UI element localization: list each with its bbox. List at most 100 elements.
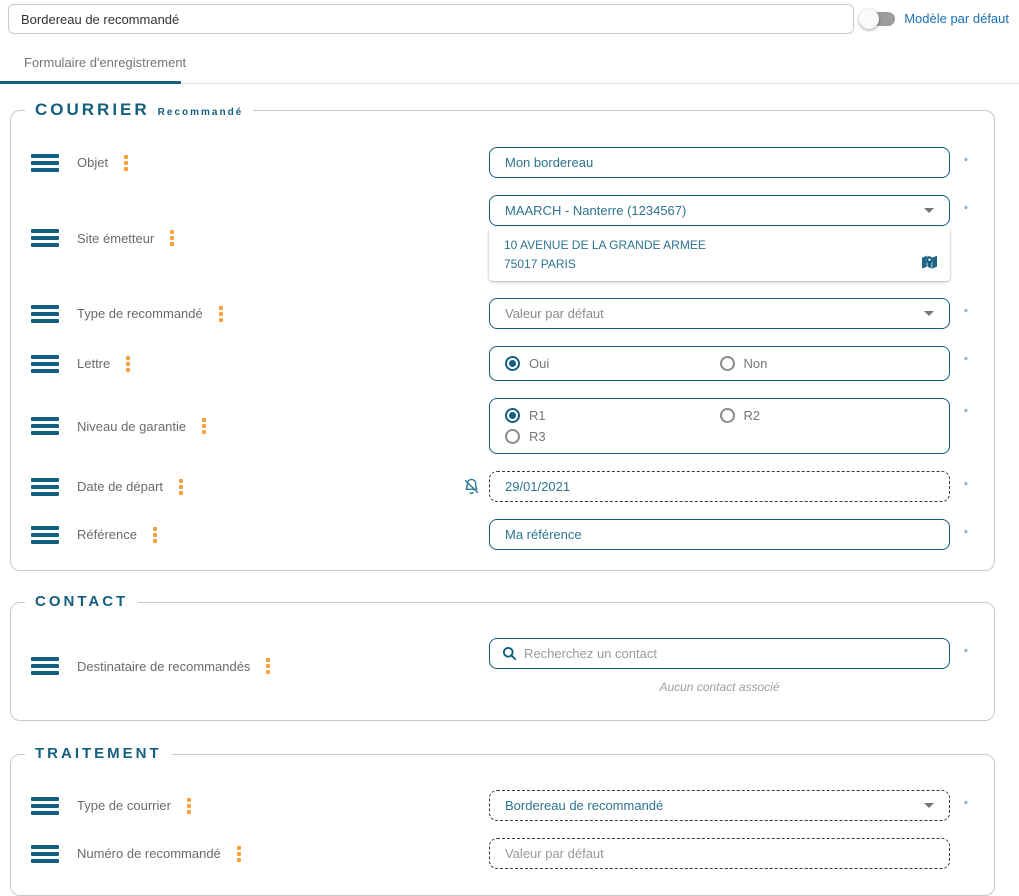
field-row-reference: Référence * [11, 519, 994, 550]
site-emetteur-value: MAARCH - Nanterre (1234567) [505, 203, 686, 218]
drag-handle-icon[interactable] [31, 526, 59, 544]
address-line-1: 10 AVENUE DE LA GRANDE ARMEE [504, 236, 935, 255]
more-dots-icon[interactable] [179, 479, 183, 495]
niveau-garantie-radio-group: R1 R2 R3 [489, 398, 950, 454]
section-title-courrier: COURRIERRecommandé [25, 100, 253, 120]
radio-label: R1 [529, 408, 546, 423]
radio-option-r2[interactable]: R2 [720, 405, 935, 426]
more-dots-icon[interactable] [124, 155, 128, 171]
radio-unselected-icon [505, 429, 520, 444]
required-marker: * [950, 790, 968, 821]
field-row-destinataire: Destinataire de recommandés Aucun contac… [11, 638, 994, 694]
chevron-down-icon [924, 803, 934, 808]
type-courrier-value: Bordereau de recommandé [505, 798, 663, 813]
contact-search-box [489, 638, 950, 669]
field-row-numero-recommande: Numéro de recommandé * [11, 838, 994, 869]
date-depart-input[interactable] [489, 471, 950, 502]
field-row-type-recommande: Type de recommandé Valeur par défaut * [11, 298, 994, 329]
field-label-objet: Objet [77, 155, 108, 170]
required-marker: * [950, 519, 968, 550]
radio-option-oui[interactable]: Oui [505, 353, 720, 374]
more-dots-icon[interactable] [237, 846, 241, 862]
field-row-site-emetteur: Site émetteur MAARCH - Nanterre (1234567… [11, 195, 994, 281]
more-dots-icon[interactable] [153, 527, 157, 543]
drag-handle-icon[interactable] [31, 797, 59, 815]
radio-label: Non [744, 356, 768, 371]
field-row-lettre: Lettre Oui Non * [11, 346, 994, 381]
field-label-type-courrier: Type de courrier [77, 798, 171, 813]
field-row-objet: Objet * [11, 147, 994, 178]
radio-unselected-icon [720, 408, 735, 423]
default-model-toggle[interactable] [861, 12, 895, 26]
tab-ink-bar [0, 81, 181, 84]
notifications-off-icon[interactable] [463, 478, 480, 495]
template-name-input[interactable] [8, 4, 854, 34]
required-marker: * [950, 638, 968, 669]
more-dots-icon[interactable] [126, 356, 130, 372]
site-emetteur-select[interactable]: MAARCH - Nanterre (1234567) [489, 195, 950, 226]
required-marker: * [950, 398, 968, 429]
radio-option-r3[interactable]: R3 [505, 426, 720, 447]
courrier-subtitle: Recommandé [158, 107, 244, 118]
site-address-card: 10 AVENUE DE LA GRANDE ARMEE 75017 PARIS [489, 227, 950, 281]
required-marker: * [950, 195, 968, 226]
drag-handle-icon[interactable] [31, 657, 59, 675]
drag-handle-icon[interactable] [31, 478, 59, 496]
chevron-down-icon [924, 208, 934, 213]
more-dots-icon[interactable] [187, 798, 191, 814]
drag-handle-icon[interactable] [31, 154, 59, 172]
search-icon [502, 646, 517, 661]
required-marker: * [950, 147, 968, 178]
field-row-type-courrier: Type de courrier Bordereau de recommandé… [11, 790, 994, 821]
drag-handle-icon[interactable] [31, 355, 59, 373]
no-contact-note: Aucun contact associé [489, 680, 950, 694]
section-courrier: COURRIERRecommandé Objet * Site émetteur… [10, 100, 995, 571]
radio-unselected-icon [720, 356, 735, 371]
drag-handle-icon[interactable] [31, 305, 59, 323]
section-title-traitement: TRAITEMENT [25, 745, 172, 763]
field-label-lettre: Lettre [77, 356, 110, 371]
more-dots-icon[interactable] [266, 658, 270, 674]
radio-option-r1[interactable]: R1 [505, 405, 720, 426]
tab-registration-form[interactable]: Formulaire d'enregistrement [0, 42, 210, 83]
contact-search-input[interactable] [524, 646, 937, 661]
radio-selected-icon [505, 408, 520, 423]
radio-label: R2 [744, 408, 761, 423]
field-label-numero-recommande: Numéro de recommandé [77, 846, 221, 861]
field-label-date-depart: Date de départ [77, 479, 163, 494]
traitement-title: TRAITEMENT [35, 745, 162, 762]
radio-label: R3 [529, 429, 546, 444]
type-courrier-select[interactable]: Bordereau de recommandé [489, 790, 950, 821]
required-marker: * [950, 471, 968, 502]
radio-option-non[interactable]: Non [720, 353, 935, 374]
map-pin-icon[interactable] [921, 255, 938, 276]
objet-input[interactable] [489, 147, 950, 178]
chevron-down-icon [924, 311, 934, 316]
drag-handle-icon[interactable] [31, 229, 59, 247]
required-marker: * [950, 298, 968, 329]
field-row-niveau-garantie: Niveau de garantie R1 R2 R3 * [11, 398, 994, 454]
section-contact: CONTACT Destinataire de recommandés Aucu… [10, 593, 995, 721]
address-line-2: 75017 PARIS [504, 255, 935, 274]
required-marker: * [950, 346, 968, 377]
field-label-destinataire: Destinataire de recommandés [77, 659, 250, 674]
reference-input[interactable] [489, 519, 950, 550]
toggle-thumb [859, 9, 879, 29]
section-traitement: TRAITEMENT Type de courrier Bordereau de… [10, 745, 995, 896]
field-label-site-emetteur: Site émetteur [77, 231, 154, 246]
header-bar: Modèle par défaut [0, 0, 1019, 34]
drag-handle-icon[interactable] [31, 845, 59, 863]
radio-selected-icon [505, 356, 520, 371]
radio-label: Oui [529, 356, 549, 371]
field-label-reference: Référence [77, 527, 137, 542]
more-dots-icon[interactable] [202, 418, 206, 434]
drag-handle-icon[interactable] [31, 417, 59, 435]
more-dots-icon[interactable] [170, 230, 174, 246]
numero-recommande-input[interactable] [489, 838, 950, 869]
type-recommande-select[interactable]: Valeur par défaut [489, 298, 950, 329]
field-row-date-depart: Date de départ * [11, 471, 994, 502]
default-model-label: Modèle par défaut [904, 11, 1009, 26]
more-dots-icon[interactable] [219, 306, 223, 322]
field-label-niveau-garantie: Niveau de garantie [77, 419, 186, 434]
tab-bar: Formulaire d'enregistrement [0, 42, 1019, 84]
